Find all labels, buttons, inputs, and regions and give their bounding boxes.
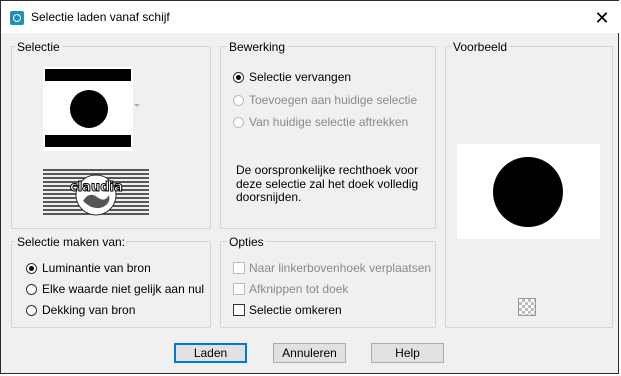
bewerking-group-title: Bewerking bbox=[227, 40, 288, 54]
bewerking-info-text: De oorspronkelijke rechthoek voor deze s… bbox=[236, 163, 419, 204]
label-afknippen[interactable]: Afknippen tot doek bbox=[249, 282, 348, 296]
selection-thumbnail-image bbox=[45, 69, 131, 147]
voorbeeld-group-title: Voorbeeld bbox=[451, 40, 510, 54]
cancel-button[interactable]: Annuleren bbox=[273, 343, 346, 363]
radio-selectie-vervangen[interactable] bbox=[233, 72, 244, 83]
label-linkerbovenhoek[interactable]: Naar linkerbovenhoek verplaatsen bbox=[249, 261, 431, 275]
selectie-group-title: Selectie bbox=[15, 40, 62, 54]
label-dekking[interactable]: Dekking van bron bbox=[42, 303, 135, 317]
preview-canvas bbox=[457, 144, 600, 239]
label-toevoegen[interactable]: Toevoegen aan huidige selectie bbox=[249, 93, 417, 107]
dialog: Selectie laden vanaf schijf ✕ Selectie c… bbox=[0, 0, 620, 374]
radio-aftrekken[interactable] bbox=[233, 117, 244, 128]
label-aftrekken[interactable]: Van huidige selectie aftrekken bbox=[249, 115, 408, 129]
radio-elke-waarde[interactable] bbox=[26, 284, 37, 295]
label-luminantie[interactable]: Luminantie van bron bbox=[42, 261, 151, 275]
title-bar: Selectie laden vanaf schijf ✕ bbox=[1, 1, 620, 33]
label-selectie-vervangen[interactable]: Selectie vervangen bbox=[249, 70, 351, 84]
radio-dekking[interactable] bbox=[26, 305, 37, 316]
opties-group-title: Opties bbox=[227, 235, 266, 249]
check-linkerbovenhoek[interactable] bbox=[233, 262, 245, 274]
close-button[interactable]: ✕ bbox=[589, 7, 615, 29]
check-selectie-omkeren[interactable] bbox=[233, 304, 245, 316]
app-icon bbox=[10, 11, 24, 25]
watermark-text: claudia bbox=[70, 180, 124, 196]
label-elke-waarde[interactable]: Elke waarde niet gelijk aan nul bbox=[42, 282, 204, 296]
radio-luminantie[interactable] bbox=[26, 263, 37, 274]
window-title: Selectie laden vanaf schijf bbox=[31, 10, 170, 24]
dropdown-arrow-icon[interactable] bbox=[134, 104, 140, 107]
label-selectie-omkeren[interactable]: Selectie omkeren bbox=[249, 303, 342, 317]
help-button[interactable]: Help bbox=[371, 343, 444, 363]
selection-thumbnail[interactable] bbox=[43, 67, 133, 151]
watermark-logo: claudia bbox=[43, 167, 149, 219]
check-afknippen[interactable] bbox=[233, 283, 245, 295]
load-button[interactable]: Laden bbox=[174, 343, 247, 363]
transparency-toggle-icon[interactable] bbox=[518, 298, 536, 316]
radio-toevoegen[interactable] bbox=[233, 95, 244, 106]
maken-van-group-title: Selectie maken van: bbox=[15, 235, 128, 249]
preview-circle bbox=[493, 157, 563, 227]
